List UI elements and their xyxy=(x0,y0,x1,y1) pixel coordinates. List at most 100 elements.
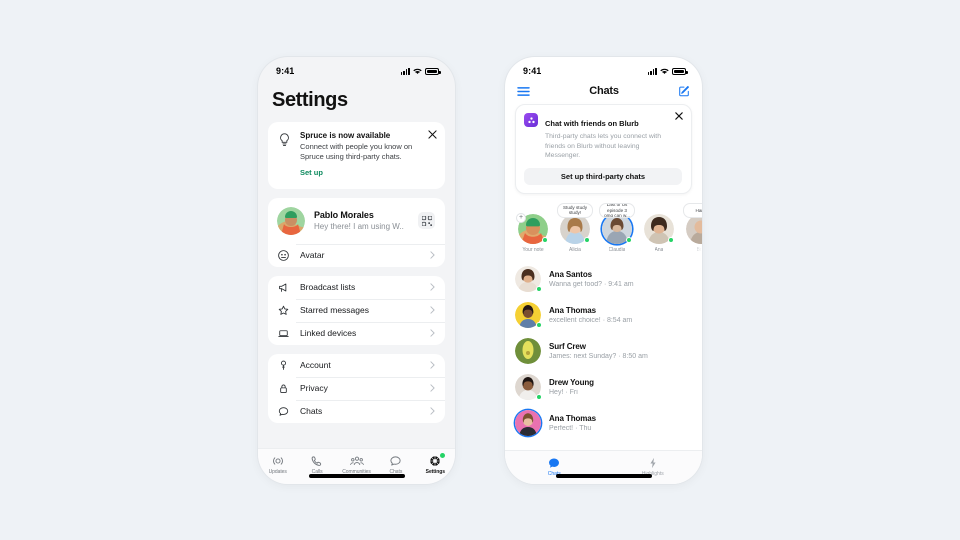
home-indicator-right xyxy=(555,474,652,478)
sidebar-item-label: Avatar xyxy=(300,250,325,261)
chevron-right-icon xyxy=(430,283,435,291)
spruce-description: Connect with people you know on Spruce u… xyxy=(300,142,413,161)
status-bar-right: 9:41 xyxy=(505,57,702,81)
spruce-promo-card[interactable]: Spruce is now available Connect with peo… xyxy=(268,122,445,189)
tab-label: Settings xyxy=(425,469,445,475)
note-name: Br... xyxy=(696,246,702,253)
sidebar-item-starred-messages[interactable]: Starred messages xyxy=(268,298,445,322)
online-badge xyxy=(626,236,632,243)
avatar xyxy=(515,337,541,364)
status-time: 9:41 xyxy=(276,66,295,76)
phone-chats-screen: 9:41 Chats Chat with friends on Blurb Th… xyxy=(505,57,702,484)
note-item-alicia[interactable]: Study study study! Alicia xyxy=(557,202,593,253)
profile-row[interactable]: Pablo Morales Hey there! I am using W.. xyxy=(268,198,445,244)
chat-name: Surf Crew xyxy=(549,341,586,351)
sidebar-item-privacy[interactable]: Privacy xyxy=(268,376,445,400)
tab-updates[interactable]: Updates xyxy=(258,454,297,475)
note-name: Ana xyxy=(654,246,664,253)
tab-chats[interactable]: Chats xyxy=(376,454,415,475)
page-title: Chats xyxy=(589,85,619,97)
lock-icon xyxy=(277,383,290,394)
chat-name: Ana Santos xyxy=(549,269,593,279)
profile-name: Pablo Morales xyxy=(314,210,374,221)
settings-group-3: Account Privacy Chats xyxy=(268,353,445,423)
sidebar-item-avatar[interactable]: Avatar xyxy=(268,243,445,267)
status-icons xyxy=(400,67,441,75)
note-name: Alicia xyxy=(569,246,581,253)
compose-icon[interactable] xyxy=(678,85,690,97)
blurb-title: Chat with friends on Blurb xyxy=(545,119,639,128)
sidebar-item-linked-devices[interactable]: Linked devices xyxy=(268,321,445,345)
note-item-your-note[interactable]: + Your note xyxy=(515,203,551,253)
qr-code-icon[interactable] xyxy=(418,212,435,230)
star-icon xyxy=(277,305,290,316)
settings-scroll-area: Settings Spruce is now available Connect… xyxy=(258,81,455,423)
status-icons xyxy=(647,67,688,75)
status-badge xyxy=(440,453,446,458)
chat-list: Ana Santos Wanna get food? · 9:41 am Ana… xyxy=(505,259,702,441)
chat-bubble-filled-icon xyxy=(548,456,560,469)
avatar xyxy=(686,213,702,244)
chat-name: Ana Thomas xyxy=(549,413,597,423)
setup-third-party-chats-button[interactable]: Set up third-party chats xyxy=(524,167,682,185)
battery-icon xyxy=(672,67,688,75)
battery-icon xyxy=(425,67,441,75)
spruce-title: Spruce is now available xyxy=(300,131,391,140)
signal-icon xyxy=(400,67,410,75)
close-icon[interactable] xyxy=(675,112,683,120)
chat-preview: Perfect! · Thu xyxy=(549,424,592,432)
spruce-setup-link[interactable]: Set up xyxy=(300,168,323,177)
sidebar-item-account[interactable]: Account xyxy=(268,354,445,377)
online-badge xyxy=(668,236,674,243)
note-name: Your note xyxy=(522,246,544,253)
chevron-right-icon xyxy=(430,329,435,337)
sidebar-item-broadcast-lists[interactable]: Broadcast lists xyxy=(268,276,445,299)
chat-name: Ana Thomas xyxy=(549,305,597,315)
note-bubble[interactable]: Study study study! xyxy=(557,202,593,218)
close-icon[interactable] xyxy=(428,130,437,139)
chat-row[interactable]: Ana Thomas excellent choice! · 8:54 am xyxy=(505,297,702,333)
tab-settings[interactable]: Settings xyxy=(416,453,455,475)
sidebar-item-label: Linked devices xyxy=(300,328,357,339)
online-badge xyxy=(536,393,542,400)
chat-row[interactable]: Drew Young Hey! · Fri xyxy=(505,369,702,405)
note-item-ana[interactable]: Ana xyxy=(641,203,677,253)
note-bubble[interactable]: Last of Us episode 3 omg can w... xyxy=(599,202,635,218)
lightbulb-icon xyxy=(276,131,292,180)
sidebar-item-label: Starred messages xyxy=(300,305,369,316)
chat-bubble-icon xyxy=(277,406,290,417)
chat-row[interactable]: Ana Santos Wanna get food? · 9:41 am xyxy=(505,261,702,297)
chat-row[interactable]: Surf Crew James: next Sunday? · 8:50 am xyxy=(505,333,702,369)
chat-name: Drew Young xyxy=(549,377,594,387)
avatar xyxy=(277,206,305,235)
chevron-right-icon xyxy=(430,407,435,415)
note-item-claudia[interactable]: Last of Us episode 3 omg can w... Claudi… xyxy=(599,202,635,253)
chat-row[interactable]: Ana Thomas Perfect! · Thu xyxy=(505,405,702,441)
add-note-plus-icon[interactable]: + xyxy=(516,212,526,223)
blurb-description: Third-party chats lets you connect with … xyxy=(545,133,661,160)
screenshot-stage: 9:41 Settings Spruce is now available Co… xyxy=(0,0,960,540)
note-bubble[interactable]: Hang xyxy=(683,202,702,218)
sidebar-item-label: Account xyxy=(300,360,331,371)
tab-label: Updates xyxy=(268,469,287,475)
home-indicator-left xyxy=(308,474,405,478)
tab-communities[interactable]: Communities xyxy=(337,454,376,475)
status-time: 9:41 xyxy=(523,66,542,76)
notes-row[interactable]: + Your note Study study study! Alicia La… xyxy=(505,194,702,259)
updates-icon xyxy=(272,454,284,467)
sidebar-item-label: Privacy xyxy=(300,383,328,394)
avatar xyxy=(515,409,541,436)
page-title: Settings xyxy=(272,89,348,111)
tab-calls[interactable]: Calls xyxy=(297,454,336,475)
avatar-icon xyxy=(277,249,290,261)
chat-preview: James: next Sunday? · 8:50 am xyxy=(549,352,648,360)
bottom-tab-bar-left: Updates Calls Communities Chats Settings xyxy=(258,448,455,484)
online-badge xyxy=(536,285,542,292)
status-bar-left: 9:41 xyxy=(258,57,455,81)
sidebar-item-chats[interactable]: Chats xyxy=(268,399,445,423)
signal-icon xyxy=(647,67,657,75)
megaphone-icon xyxy=(277,282,290,293)
hamburger-menu-icon[interactable] xyxy=(517,86,530,97)
note-item-br[interactable]: Hang Br... xyxy=(683,202,702,253)
bottom-tab-bar-right: Chats Highlights xyxy=(505,450,702,484)
